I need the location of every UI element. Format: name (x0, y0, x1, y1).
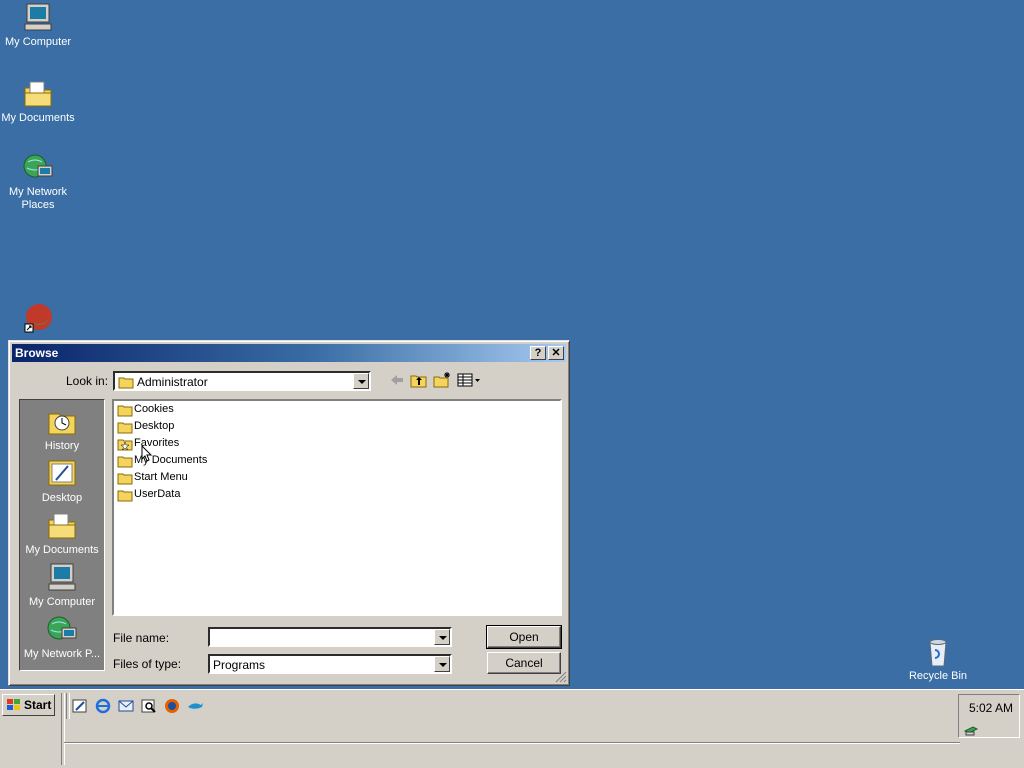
file-list[interactable]: Cookies Desktop Favorites My Documents S… (112, 399, 562, 616)
place-history[interactable]: History (20, 406, 104, 452)
close-icon: ✕ (551, 347, 561, 359)
files-of-type-label: Files of type: (113, 657, 182, 671)
clock[interactable]: 5:02 AM (969, 701, 1013, 715)
chevron-down-icon[interactable] (353, 373, 369, 389)
search-icon[interactable] (140, 697, 158, 715)
look-in-label: Look in: (66, 374, 109, 388)
place-label: My Network P... (23, 648, 101, 660)
desktop-icon-label: My Network Places (8, 186, 68, 211)
place-label: My Documents (25, 544, 99, 556)
network-status-icon[interactable] (963, 721, 979, 737)
file-name: Start Menu (134, 471, 188, 483)
my-documents-icon (48, 513, 76, 539)
help-icon: ? (534, 347, 542, 359)
place-label: History (44, 440, 80, 452)
file-name-input[interactable] (208, 627, 452, 647)
firefox-icon[interactable] (163, 697, 181, 715)
up-one-level-icon[interactable] (409, 371, 429, 389)
file-name: UserData (134, 488, 181, 500)
dolphin-app-icon[interactable] (186, 697, 204, 715)
desktop-icon-network-places[interactable]: My Network Places (0, 152, 76, 212)
folder-icon (117, 473, 133, 485)
favorites-folder-icon (117, 439, 133, 451)
recycle-bin-icon (929, 639, 947, 667)
network-places-icon (47, 616, 77, 640)
start-label: Start (24, 698, 52, 712)
back-icon[interactable] (387, 371, 407, 389)
place-label: My Computer (28, 596, 96, 608)
my-computer-icon (24, 3, 52, 31)
desktop-icon-my-documents[interactable]: My Documents (0, 78, 76, 125)
system-tray: 5:02 AM (958, 694, 1020, 738)
place-network-places[interactable]: My Network P... (20, 614, 104, 660)
places-bar: History Desktop My Documents My Computer… (19, 399, 105, 671)
files-of-type-dropdown[interactable]: Programs (208, 654, 452, 674)
folder-icon (117, 456, 133, 468)
look-in-dropdown[interactable]: Administrator (113, 371, 371, 391)
internet-explorer-icon[interactable] (94, 697, 112, 715)
divider (61, 693, 65, 765)
look-in-value: Administrator (137, 375, 208, 389)
chevron-down-icon[interactable] (434, 629, 450, 645)
file-name-label: File name: (113, 631, 170, 645)
title-bar[interactable]: Browse ? ✕ (12, 344, 566, 362)
taskbar: Start 5:02 AM (0, 689, 1024, 768)
help-button[interactable]: ? (530, 346, 546, 360)
shortcut-app-icon (24, 304, 52, 333)
mouse-cursor-icon (141, 445, 153, 462)
open-button[interactable]: Open (486, 625, 562, 649)
divider (64, 742, 960, 744)
my-documents-icon (24, 81, 52, 107)
history-icon (48, 413, 76, 435)
network-places-icon (23, 154, 53, 178)
outlook-icon[interactable] (117, 697, 135, 715)
show-desktop-icon[interactable] (71, 697, 89, 715)
divider (66, 693, 70, 719)
start-button[interactable]: Start (2, 694, 55, 716)
browse-dialog: Browse ? ✕ Look in: Administrator Histor… (8, 340, 570, 686)
dialog-title: Browse (15, 346, 59, 360)
desktop-icon-label: My Computer (4, 36, 72, 48)
folder-icon (117, 422, 133, 434)
my-computer-icon (48, 563, 76, 591)
folder-icon (117, 405, 133, 417)
file-name: Desktop (134, 420, 175, 432)
desktop-icon-label: Recycle Bin (908, 670, 968, 682)
folder-icon (118, 377, 134, 389)
close-button[interactable]: ✕ (548, 346, 564, 360)
resize-grip-icon[interactable] (555, 671, 567, 683)
place-label: Desktop (41, 492, 83, 504)
desktop-icon-shortcut[interactable] (0, 302, 76, 336)
desktop-icon-recycle-bin[interactable]: Recycle Bin (900, 636, 976, 683)
files-of-type-value: Programs (213, 658, 266, 672)
cancel-button[interactable]: Cancel (487, 652, 561, 674)
place-my-computer[interactable]: My Computer (20, 562, 104, 608)
place-my-documents[interactable]: My Documents (20, 510, 104, 556)
view-menu-icon[interactable] (456, 371, 482, 389)
desktop-icon (48, 460, 76, 486)
desktop-icon-my-computer[interactable]: My Computer (0, 2, 76, 49)
chevron-down-icon[interactable] (434, 656, 450, 672)
place-desktop[interactable]: Desktop (20, 458, 104, 504)
folder-icon (117, 490, 133, 502)
file-name: Cookies (134, 403, 174, 415)
desktop-icon-label: My Documents (1, 112, 75, 124)
new-folder-icon[interactable] (432, 371, 452, 389)
windows-logo-icon (7, 699, 20, 710)
